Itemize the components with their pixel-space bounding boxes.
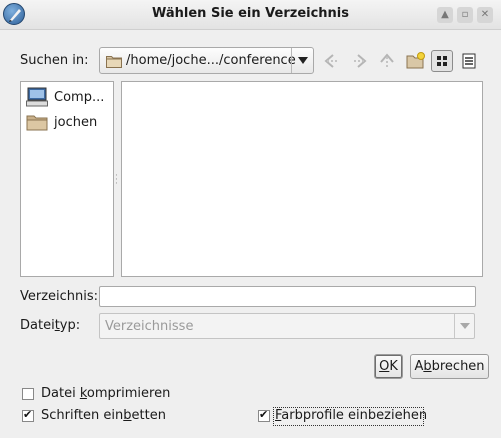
directory-input[interactable] — [99, 286, 476, 307]
include-color-profiles-label[interactable]: Farbprofile einbeziehen — [275, 408, 427, 423]
window-close-icon[interactable]: ✕ — [477, 7, 493, 23]
cancel-button[interactable]: Abbrechen — [410, 354, 489, 379]
list-view-icon[interactable] — [458, 50, 480, 72]
sidebar-item-computer[interactable]: Comp... — [26, 86, 104, 108]
directory-label: Verzeichnis: — [20, 289, 99, 304]
chevron-down-icon[interactable] — [291, 48, 313, 73]
current-path: /home/joche.../conference — [126, 53, 296, 68]
look-in-combobox[interactable]: /home/joche.../conference — [99, 47, 314, 74]
window-maximize-icon[interactable]: ▫ — [457, 7, 473, 23]
ok-button[interactable]: OK — [374, 354, 403, 379]
window-up-icon[interactable]: ▲ — [437, 7, 453, 23]
embed-fonts-label[interactable]: Schriften einbetten — [41, 408, 166, 423]
compress-file-label[interactable]: Datei komprimieren — [41, 386, 170, 401]
title-bar: Wählen Sie ein Verzeichnis ▲ ▫ ✕ — [0, 0, 501, 30]
splitter-handle[interactable]: · · · — [115, 172, 118, 189]
compress-file-checkbox[interactable] — [22, 388, 34, 400]
filetype-value: Verzeichnisse — [105, 319, 194, 334]
back-icon[interactable] — [320, 50, 342, 72]
folder-icon — [26, 115, 48, 131]
sidebar-item-label: Comp... — [54, 89, 105, 105]
sidebar-places: Comp... jochen — [20, 81, 114, 277]
parent-dir-icon[interactable] — [376, 50, 398, 72]
embed-fonts-checkbox[interactable] — [22, 408, 34, 422]
include-color-profiles-checkbox[interactable] — [258, 408, 270, 422]
forward-icon[interactable] — [349, 50, 371, 72]
look-in-label: Suchen in: — [20, 53, 89, 68]
filetype-select: Verzeichnisse — [99, 313, 475, 339]
chevron-down-icon — [454, 314, 474, 338]
window-title: Wählen Sie ein Verzeichnis — [152, 6, 349, 21]
new-folder-icon[interactable] — [404, 50, 426, 72]
computer-icon — [26, 87, 48, 107]
sidebar-item-jochen[interactable]: jochen — [26, 111, 97, 133]
icon-view-icon[interactable] — [431, 50, 453, 72]
file-list-view[interactable] — [121, 81, 483, 277]
folder-icon — [106, 56, 122, 68]
filetype-label: Dateityp: — [20, 318, 81, 333]
sidebar-item-label: jochen — [54, 114, 98, 130]
